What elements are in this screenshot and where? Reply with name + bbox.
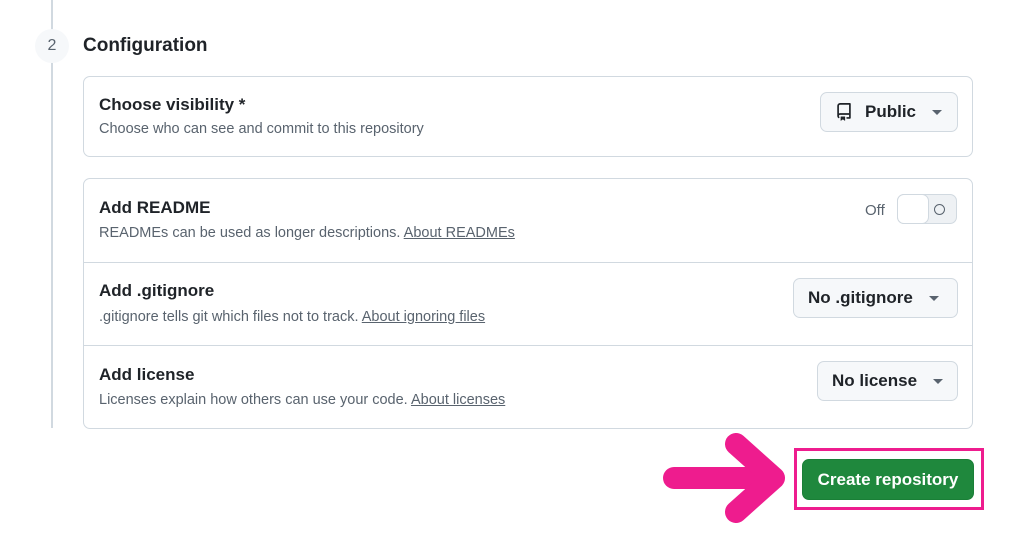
visibility-description: Choose who can see and commit to this re… — [99, 121, 424, 137]
about-readmes-link[interactable]: About READMEs — [404, 225, 515, 241]
repo-icon — [837, 103, 851, 121]
chevron-down-icon — [928, 295, 939, 301]
gitignore-description: .gitignore tells git which files not to … — [99, 309, 485, 325]
visibility-title: Choose visibility * — [99, 95, 246, 114]
toggle-knob — [897, 194, 929, 224]
divider — [84, 345, 972, 346]
gitignore-selected-label: No .gitignore — [808, 288, 913, 307]
timeline-line — [51, 0, 53, 428]
visibility-card: Choose visibility * Choose who can see a… — [83, 76, 973, 157]
toggle-off-icon — [934, 204, 945, 215]
readme-description-text: READMEs can be used as longer descriptio… — [99, 225, 401, 241]
section-title: Configuration — [83, 35, 208, 56]
readme-description: READMEs can be used as longer descriptio… — [99, 225, 515, 241]
chevron-down-icon — [933, 378, 944, 384]
arrow-right-icon — [663, 433, 785, 523]
license-title: Add license — [99, 365, 195, 384]
license-description-text: Licenses explain how others can use your… — [99, 392, 408, 408]
create-repository-button[interactable]: Create repository — [802, 459, 974, 500]
visibility-select-button[interactable]: Public — [820, 92, 958, 132]
gitignore-select-button[interactable]: No .gitignore — [793, 278, 958, 318]
chevron-down-icon — [932, 109, 943, 115]
readme-toggle[interactable] — [897, 194, 957, 224]
about-ignoring-files-link[interactable]: About ignoring files — [362, 309, 485, 325]
readme-toggle-label: Off — [865, 202, 885, 219]
readme-title: Add README — [99, 198, 211, 217]
license-description: Licenses explain how others can use your… — [99, 392, 505, 408]
license-selected-label: No license — [832, 371, 918, 390]
gitignore-description-text: .gitignore tells git which files not to … — [99, 309, 359, 325]
gitignore-title: Add .gitignore — [99, 281, 215, 300]
about-licenses-link[interactable]: About licenses — [411, 392, 505, 408]
divider — [84, 262, 972, 263]
license-select-button[interactable]: No license — [817, 361, 958, 401]
visibility-selected-label: Public — [865, 102, 917, 121]
step-number-badge: 2 — [35, 29, 69, 63]
options-card: Add README READMEs can be used as longer… — [83, 178, 973, 429]
